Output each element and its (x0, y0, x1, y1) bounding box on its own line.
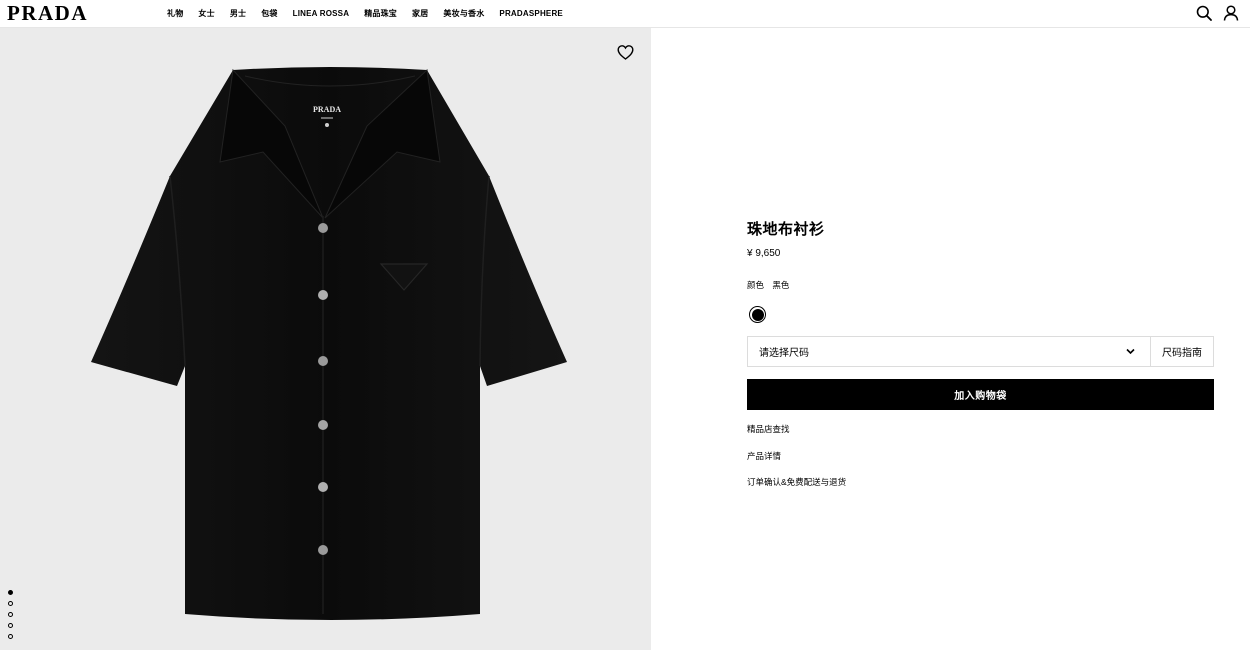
nav-item-linea-rossa[interactable]: LINEA ROSSA (293, 9, 350, 18)
swatch-fill (751, 308, 764, 321)
nav-item-gifts[interactable]: 礼物 (167, 8, 183, 19)
product-image-gallery[interactable]: PRADA (0, 28, 651, 650)
gallery-dot[interactable] (8, 601, 13, 606)
site-header: PRADA 礼物 女士 男士 包袋 LINEA ROSSA 精品珠宝 家居 美妆… (0, 0, 1250, 28)
info-links: 精品店查找 产品详情 订单确认&免费配送与退货 (747, 423, 1214, 503)
logo-text: PRADA (7, 3, 88, 23)
size-guide-button[interactable]: 尺码指南 (1150, 337, 1213, 366)
prada-logo[interactable]: PRADA (7, 3, 94, 23)
color-label: 颜色 (747, 280, 765, 290)
product-details-link[interactable]: 产品详情 (747, 450, 1214, 477)
nav-item-home[interactable]: 家居 (412, 8, 428, 19)
add-to-bag-button[interactable]: 加入购物袋 (747, 379, 1214, 410)
nav-item-pradasphere[interactable]: PRADASPHERE (499, 9, 563, 18)
gallery-dot[interactable] (8, 590, 13, 595)
size-placeholder: 请选择尺码 (759, 348, 809, 359)
nav-item-men[interactable]: 男士 (230, 8, 246, 19)
search-icon[interactable] (1196, 5, 1212, 21)
nav-item-beauty[interactable]: 美妆与香水 (443, 8, 484, 19)
gallery-dot[interactable] (8, 623, 13, 628)
shipping-returns-link[interactable]: 订单确认&免费配送与退货 (747, 476, 1214, 503)
color-row: 颜色 黑色 (747, 279, 1214, 291)
color-value: 黑色 (772, 280, 790, 290)
size-select[interactable]: 请选择尺码 (748, 337, 1150, 366)
user-icon[interactable] (1223, 5, 1239, 21)
product-image-shirt: PRADA (91, 67, 567, 620)
product-price: ¥ 9,650 (747, 248, 781, 259)
product-title: 珠地布衬衫 (747, 221, 825, 238)
nav-item-jewelry[interactable]: 精品珠宝 (364, 8, 397, 19)
gallery-pagination (8, 590, 16, 645)
gallery-dot[interactable] (8, 612, 13, 617)
heart-icon[interactable] (617, 44, 634, 61)
nav-item-bags[interactable]: 包袋 (261, 8, 277, 19)
main-nav: 礼物 女士 男士 包袋 LINEA ROSSA 精品珠宝 家居 美妆与香水 PR… (167, 0, 578, 27)
chevron-down-icon (1126, 348, 1135, 355)
gallery-dot[interactable] (8, 634, 13, 639)
size-row: 请选择尺码 尺码指南 (747, 336, 1214, 367)
nav-item-women[interactable]: 女士 (198, 8, 214, 19)
store-locator-link[interactable]: 精品店查找 (747, 423, 1214, 450)
product-details: 珠地布衬衫 ¥ 9,650 颜色 黑色 请选择尺码 尺码指南 加入购物袋 精品店… (747, 218, 1214, 503)
shirt-label-text: PRADA (313, 105, 341, 114)
color-swatch-black[interactable] (749, 306, 766, 323)
